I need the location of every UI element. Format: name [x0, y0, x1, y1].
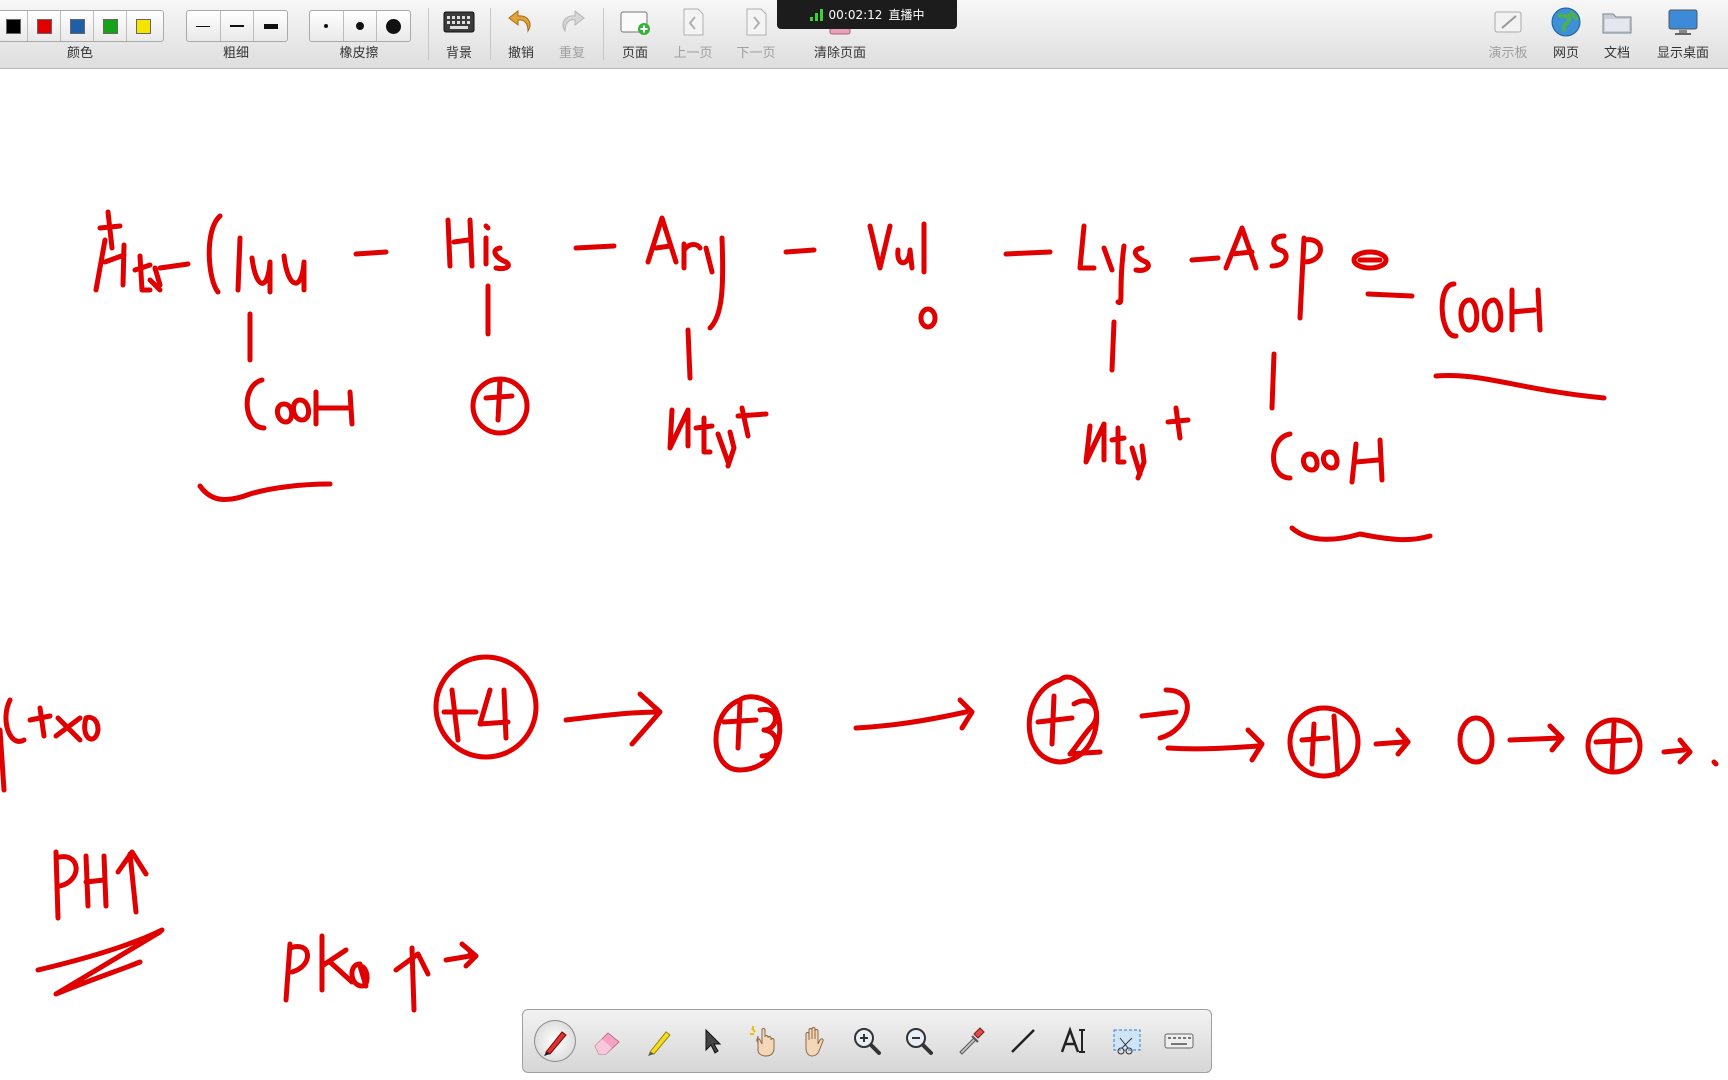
- pen-icon: [544, 1031, 567, 1056]
- text-icon: [1060, 1026, 1085, 1053]
- color-blue[interactable]: [61, 11, 94, 41]
- color-red[interactable]: [28, 11, 61, 41]
- thickness-label: 粗细: [222, 46, 249, 61]
- redo-button[interactable]: 重复: [543, 6, 601, 62]
- signal-icon: [809, 8, 823, 21]
- handwriting-strokes: [0, 209, 1719, 1013]
- page-button[interactable]: 页面: [606, 6, 664, 62]
- color-label: 颜色: [66, 46, 93, 61]
- separator: [428, 8, 429, 60]
- clear-page-label: 清除页面: [813, 46, 866, 61]
- eraser-tool[interactable]: [586, 1020, 628, 1062]
- eraser-large[interactable]: [377, 11, 410, 41]
- live-status: 直播中: [888, 8, 925, 22]
- prev-page-label: 上一页: [673, 46, 713, 61]
- page-label: 页面: [621, 46, 648, 61]
- zoom-out-icon: [906, 1028, 933, 1055]
- hand-icon: [805, 1027, 824, 1057]
- highlighter-tool[interactable]: [638, 1020, 680, 1062]
- separator: [490, 8, 491, 60]
- thickness-medium[interactable]: [221, 11, 255, 41]
- screenshot-icon: [1113, 1029, 1141, 1055]
- desktop-label: 显示桌面: [1656, 46, 1709, 61]
- dropper-icon: [959, 1027, 985, 1055]
- prev-page-button[interactable]: 上一页: [664, 6, 722, 62]
- eraser-icon: [594, 1032, 620, 1055]
- folder-icon: [1601, 6, 1633, 38]
- dropper-tool[interactable]: [950, 1020, 992, 1062]
- eraser-medium[interactable]: [344, 11, 378, 41]
- hand-tool[interactable]: [794, 1020, 836, 1062]
- background-label: 背景: [445, 46, 472, 61]
- eraser-group: [309, 10, 411, 42]
- document-button[interactable]: 文档: [1588, 6, 1646, 62]
- document-label: 文档: [1603, 46, 1630, 61]
- keyboard-background-icon: [443, 6, 475, 38]
- zoom-in-tool[interactable]: [846, 1020, 888, 1062]
- top-toolbar: 颜色 粗细 橡皮擦 背景 撤销 重复 页面 上一页 下一页 清除页面 00:02…: [0, 0, 1728, 69]
- cursor-icon: [705, 1028, 722, 1054]
- keyboard-tool[interactable]: [1158, 1020, 1200, 1062]
- prev-page-icon: [677, 6, 709, 38]
- keyboard-icon: [1164, 1033, 1194, 1049]
- whiteboard-icon: [1492, 6, 1524, 38]
- laser-pointer-tool[interactable]: [742, 1020, 784, 1062]
- whiteboard-label: 演示板: [1488, 46, 1528, 61]
- background-button[interactable]: 背景: [430, 6, 488, 62]
- select-tool[interactable]: [690, 1020, 732, 1062]
- webpage-button[interactable]: 网页: [1537, 6, 1595, 62]
- globe-icon: [1550, 6, 1582, 38]
- whiteboard-button[interactable]: 演示板: [1479, 6, 1537, 62]
- desktop-button[interactable]: 显示桌面: [1653, 6, 1713, 62]
- eraser-small[interactable]: [310, 11, 344, 41]
- live-indicator: 00:02:12 直播中: [777, 0, 957, 29]
- text-tool[interactable]: [1054, 1020, 1096, 1062]
- pointing-hand-icon: [750, 1026, 775, 1057]
- next-page-icon: [740, 6, 772, 38]
- whiteboard-canvas[interactable]: [0, 69, 1728, 1080]
- color-black[interactable]: [0, 11, 28, 41]
- color-group: [0, 10, 164, 42]
- color-yellow[interactable]: [127, 11, 159, 41]
- undo-button[interactable]: 撤销: [492, 6, 550, 62]
- redo-label: 重复: [558, 46, 585, 61]
- zoom-in-icon: [854, 1028, 881, 1055]
- eraser-label: 橡皮擦: [339, 46, 379, 61]
- pen-tool[interactable]: [534, 1020, 576, 1062]
- thickness-group: [186, 10, 288, 42]
- monitor-icon: [1667, 6, 1699, 38]
- bottom-toolbar: [522, 1009, 1212, 1073]
- thickness-thin[interactable]: [187, 11, 221, 41]
- undo-icon: [505, 6, 537, 38]
- webpage-label: 网页: [1552, 46, 1579, 61]
- screenshot-tool[interactable]: [1106, 1020, 1148, 1062]
- next-page-label: 下一页: [736, 46, 776, 61]
- separator: [603, 8, 604, 60]
- line-tool[interactable]: [1002, 1020, 1044, 1062]
- new-page-icon: [619, 6, 651, 38]
- undo-label: 撤销: [507, 46, 534, 61]
- color-green[interactable]: [94, 11, 127, 41]
- redo-icon: [556, 6, 588, 38]
- highlighter-icon: [648, 1031, 671, 1056]
- zoom-out-tool[interactable]: [898, 1020, 940, 1062]
- live-time: 00:02:12: [828, 7, 883, 22]
- line-icon: [1011, 1029, 1035, 1053]
- thickness-thick[interactable]: [254, 11, 287, 41]
